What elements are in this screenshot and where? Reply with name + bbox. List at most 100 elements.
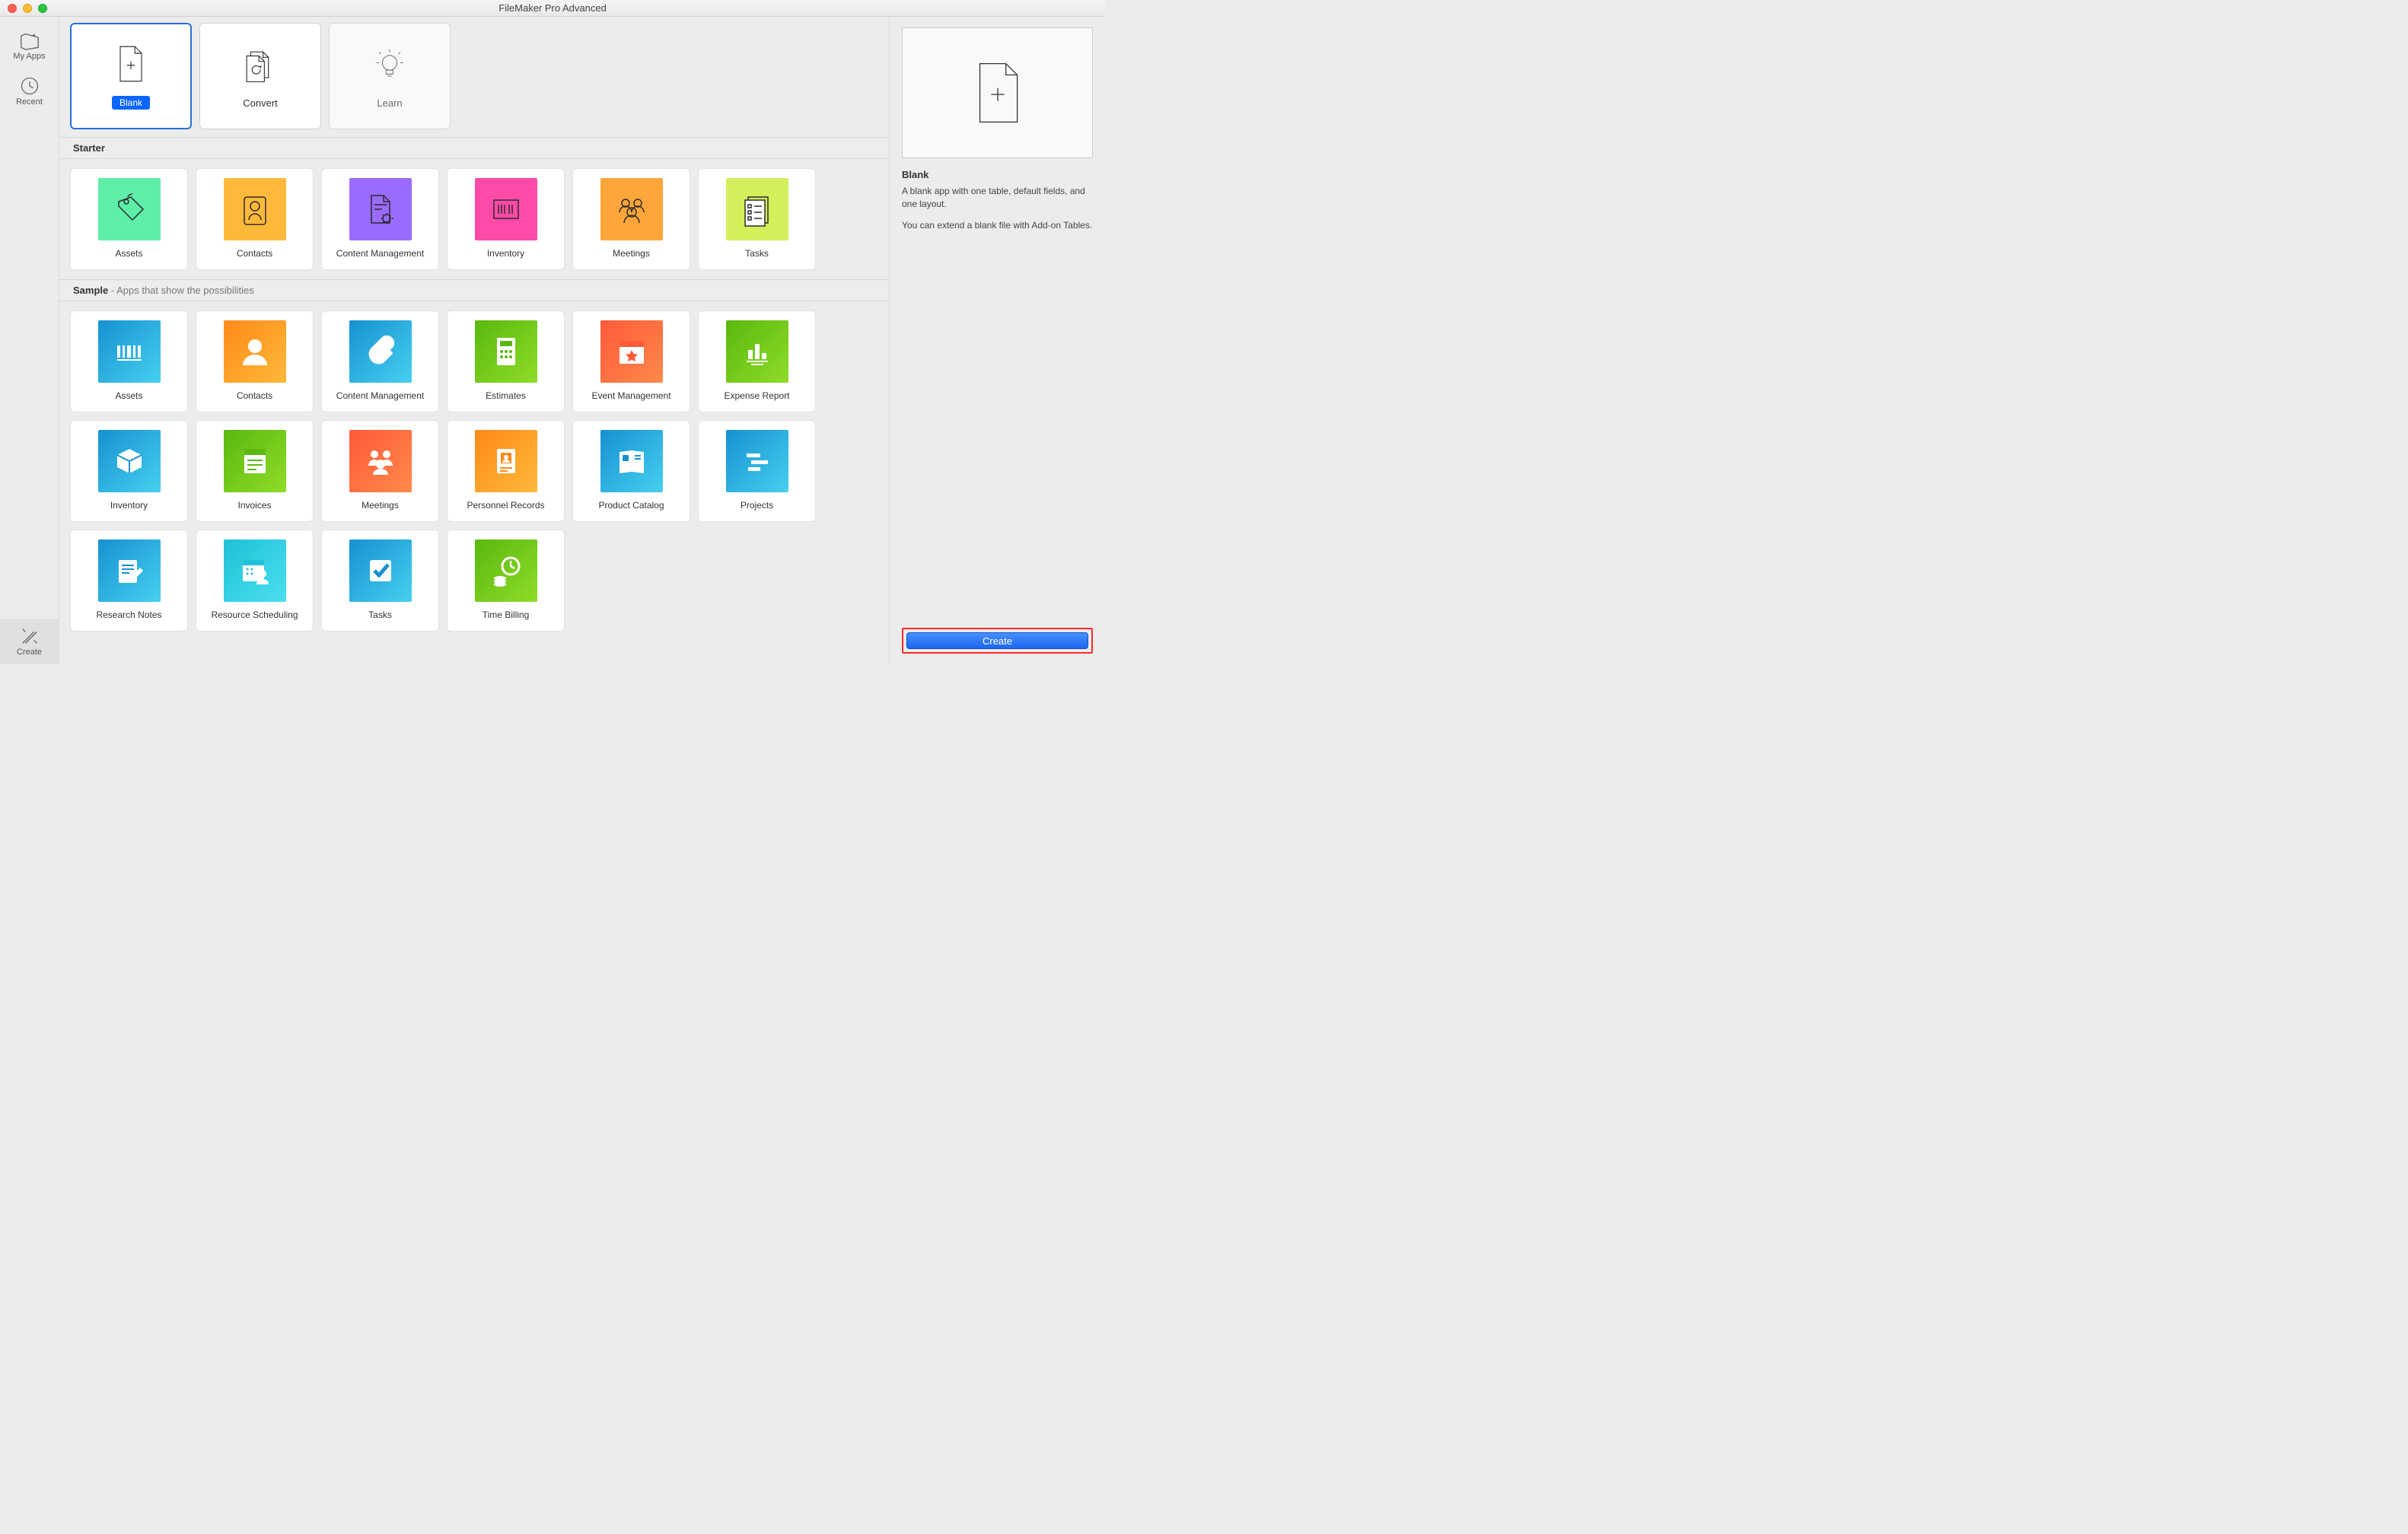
barcode-icon [98,320,161,383]
calculator-icon [475,320,537,383]
tag-icon [98,178,161,240]
open-book-icon [600,430,663,492]
sample-inventory[interactable]: Inventory [70,420,188,522]
sample-expense-report[interactable]: Expense Report [698,310,816,412]
tab-label: Learn [377,97,402,109]
sample-time-billing[interactable]: Time Billing [447,530,565,632]
preview-thumbnail [902,27,1093,158]
sample-content-management[interactable]: Content Management [321,310,439,412]
person-icon [224,320,286,383]
id-card-icon [224,178,286,240]
card-label: Inventory [110,500,148,511]
sample-resource-scheduling[interactable]: Resource Scheduling [196,530,314,632]
card-label: Tasks [745,248,769,259]
tab-label: Convert [243,97,278,109]
id-badge-icon [475,430,537,492]
sidebar-item-create[interactable]: Create [0,619,59,664]
card-label: Invoices [237,500,271,511]
sample-tasks[interactable]: Tasks [321,530,439,632]
info-title: Blank [902,169,1093,180]
info-description-2: You can extend a blank file with Add-on … [902,219,1093,232]
note-pencil-icon [98,539,161,602]
info-description: A blank app with one table, default fiel… [902,185,1093,212]
card-label: Expense Report [724,390,789,401]
card-label: Meetings [613,248,650,259]
sidebar-item-recent[interactable]: Recent [0,68,59,114]
tab-label: Blank [112,96,150,110]
card-label: Resource Scheduling [211,609,298,620]
card-label: Personnel Records [467,500,544,511]
sample-estimates[interactable]: Estimates [447,310,565,412]
gantt-icon [726,430,788,492]
convert-icon [239,44,282,87]
sidebar-item-label: Recent [16,97,43,107]
card-label: Product Catalog [598,500,664,511]
sidebar-item-label: Create [17,648,42,657]
clock-coins-icon [475,539,537,602]
tab-blank[interactable]: Blank [70,23,192,129]
tools-icon [18,625,41,648]
section-title: Sample [73,285,108,296]
sample-projects[interactable]: Projects [698,420,816,522]
sample-personnel-records[interactable]: Personnel Records [447,420,565,522]
card-label: Assets [115,248,142,259]
starter-assets[interactable]: Assets [70,168,188,270]
card-label: Contacts [237,248,272,259]
calendar-person-icon [224,539,286,602]
tab-convert[interactable]: Convert [199,23,321,129]
window-title: FileMaker Pro Advanced [0,2,1105,14]
people-icon [600,178,663,240]
clock-icon [18,75,41,97]
checkmark-box-icon [349,539,412,602]
sample-product-catalog[interactable]: Product Catalog [572,420,690,522]
card-label: Meetings [362,500,399,511]
section-header-starter: Starter [59,137,889,159]
sidebar-item-label: My Apps [13,52,45,61]
tab-learn[interactable]: Learn [329,23,451,129]
card-label: Content Management [336,390,424,401]
lightbulb-icon [368,44,411,87]
card-label: Tasks [368,609,392,620]
card-label: Inventory [487,248,524,259]
card-label: Research Notes [96,609,161,620]
sidebar: My Apps Recent Create [0,17,59,664]
bar-chart-icon [726,320,788,383]
starter-tasks[interactable]: Tasks [698,168,816,270]
card-label: Time Billing [483,609,530,620]
section-title: Starter [73,142,105,154]
sample-contacts[interactable]: Contacts [196,310,314,412]
create-button[interactable]: Create [906,632,1088,649]
barcode-icon [475,178,537,240]
box-icon [98,430,161,492]
card-label: Estimates [486,390,526,401]
section-subtitle: - Apps that show the possibilities [108,285,254,296]
paperclip-icon [349,320,412,383]
sidebar-item-myapps[interactable]: My Apps [0,23,59,68]
template-gallery: Blank Convert Learn Starter [59,17,889,664]
document-gear-icon [349,178,412,240]
card-label: Contacts [237,390,272,401]
blank-file-icon [110,43,152,85]
starter-contacts[interactable]: Contacts [196,168,314,270]
sample-meetings[interactable]: Meetings [321,420,439,522]
titlebar: FileMaker Pro Advanced [0,0,1105,17]
create-button-highlight: Create [902,628,1093,654]
starter-inventory[interactable]: Inventory [447,168,565,270]
starter-meetings[interactable]: Meetings [572,168,690,270]
card-label: Projects [741,500,773,511]
card-label: Event Management [591,390,670,401]
folder-plus-icon [18,29,41,52]
checklist-icon [726,178,788,240]
sample-research-notes[interactable]: Research Notes [70,530,188,632]
sample-event-management[interactable]: Event Management [572,310,690,412]
card-label: Content Management [336,248,424,259]
people-icon [349,430,412,492]
invoice-icon [224,430,286,492]
info-panel: Blank A blank app with one table, defaul… [889,17,1105,664]
calendar-star-icon [600,320,663,383]
sample-invoices[interactable]: Invoices [196,420,314,522]
sample-assets[interactable]: Assets [70,310,188,412]
section-header-sample: Sample - Apps that show the possibilitie… [59,279,889,301]
card-label: Assets [115,390,142,401]
starter-content-management[interactable]: Content Management [321,168,439,270]
